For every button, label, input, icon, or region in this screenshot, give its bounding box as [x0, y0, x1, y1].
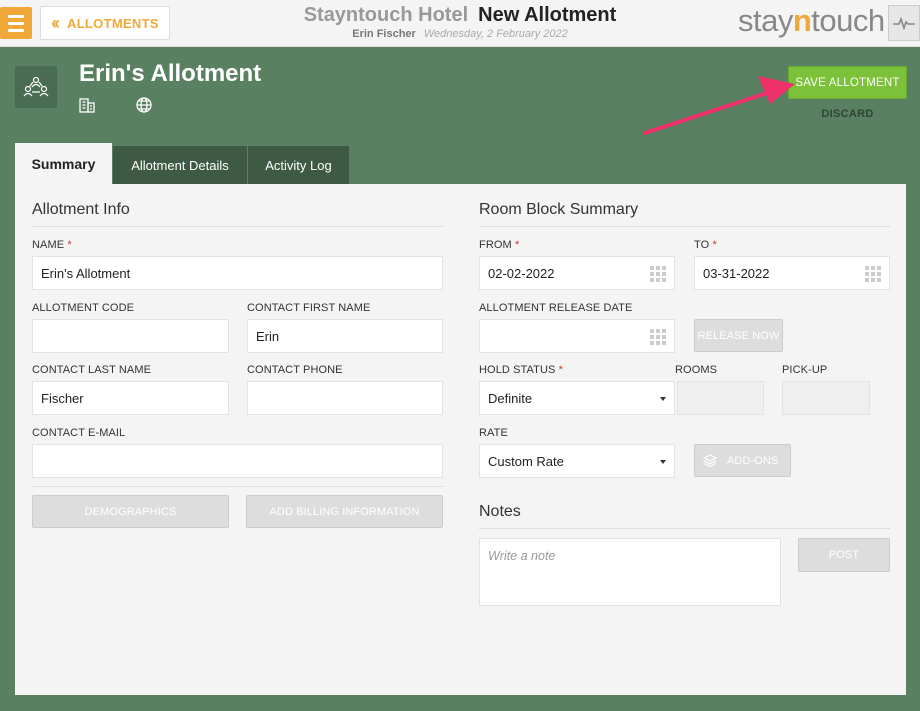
tab-allotment-details[interactable]: Allotment Details	[113, 146, 247, 184]
rate-label: RATE	[479, 427, 508, 439]
header-subtitle: Erin Fischer Wednesday, 2 February 2022	[240, 28, 680, 40]
to-date-value: 03-31-2022	[703, 265, 770, 281]
contact-phone-input[interactable]	[247, 381, 443, 415]
back-label: ALLOTMENTS	[67, 15, 159, 31]
menu-line	[8, 21, 24, 25]
page-title: New Allotment	[478, 4, 617, 26]
double-chevron-left-icon: ‹‹	[51, 12, 60, 33]
allotment-code-input[interactable]	[32, 319, 229, 353]
back-to-allotments-button[interactable]: ‹‹ ALLOTMENTS	[40, 6, 170, 40]
logo-n: n	[792, 3, 812, 38]
release-date-field[interactable]	[479, 319, 675, 353]
notes-title: Notes	[479, 503, 521, 520]
calendar-icon[interactable]	[865, 266, 881, 282]
calendar-icon[interactable]	[650, 266, 666, 282]
user-name: Erin Fischer	[352, 28, 416, 40]
hold-status-select[interactable]: Definite	[479, 381, 675, 415]
contact-first-name-input[interactable]	[247, 319, 443, 353]
name-input[interactable]	[32, 256, 443, 290]
add-billing-information-button[interactable]: ADD BILLING INFORMATION	[246, 495, 443, 528]
contact-last-name-label: CONTACT LAST NAME	[32, 364, 152, 376]
pickup-label: PICK-UP	[782, 364, 828, 376]
pickup-field	[782, 381, 870, 415]
tab-activity-log[interactable]: Activity Log	[248, 146, 349, 184]
top-bar: ‹‹ ALLOTMENTS Stayntouch Hotel New Allotm…	[0, 0, 920, 47]
hold-status-label: HOLD STATUS *	[479, 364, 563, 376]
from-label-text: FROM	[479, 239, 512, 251]
pulse-icon	[893, 16, 915, 30]
rooms-field	[677, 381, 764, 415]
header-title: Stayntouch Hotel New Allotment	[240, 4, 680, 27]
divider	[32, 226, 443, 227]
divider	[32, 486, 443, 487]
hold-status-label-text: HOLD STATUS	[479, 364, 556, 376]
divider	[479, 226, 890, 227]
group-people-icon	[23, 76, 49, 97]
logo-part: stay	[738, 3, 793, 38]
contact-first-name-label: CONTACT FIRST NAME	[247, 302, 371, 314]
to-date-field[interactable]: 03-31-2022	[694, 256, 890, 290]
name-label: NAME *	[32, 239, 72, 251]
layers-icon	[703, 454, 717, 467]
building-icon	[79, 98, 95, 113]
save-allotment-button[interactable]: SAVE ALLOTMENT	[788, 66, 907, 99]
hamburger-menu-button[interactable]	[0, 7, 32, 39]
from-date-value: 02-02-2022	[488, 265, 555, 281]
allotment-code-label: ALLOTMENT CODE	[32, 302, 135, 314]
required-marker: *	[67, 239, 72, 251]
from-label: FROM *	[479, 239, 519, 251]
allotment-info-title: Allotment Info	[32, 201, 130, 218]
stayntouch-logo: stayntouch	[738, 3, 885, 39]
hold-status-value: Definite	[488, 390, 533, 406]
allotment-type-icon	[15, 66, 57, 108]
note-textarea[interactable]	[479, 538, 781, 606]
globe-icon	[136, 97, 152, 113]
required-marker: *	[514, 239, 520, 251]
activity-pulse-button[interactable]	[888, 5, 920, 41]
business-date: Wednesday, 2 February 2022	[423, 28, 568, 40]
contact-phone-label: CONTACT PHONE	[247, 364, 343, 376]
discard-button[interactable]: DISCARD	[788, 108, 907, 120]
rate-select[interactable]: Custom Rate	[479, 444, 675, 478]
demographics-button[interactable]: DEMOGRAPHICS	[32, 495, 229, 528]
add-ons-button[interactable]: ADD-ONS	[694, 444, 791, 477]
hotel-name: Stayntouch Hotel	[303, 4, 469, 26]
release-now-button[interactable]: RELEASE NOW	[694, 319, 783, 352]
caret-down-icon	[660, 460, 666, 464]
allotment-release-date-label: ALLOTMENT RELEASE DATE	[479, 302, 633, 314]
caret-down-icon	[660, 397, 666, 401]
header-center: Stayntouch Hotel New Allotment Erin Fisch…	[240, 4, 680, 40]
to-label-text: TO	[694, 239, 710, 251]
menu-line	[8, 28, 24, 32]
required-marker: *	[712, 239, 717, 251]
menu-line	[8, 14, 24, 18]
contact-email-input[interactable]	[32, 444, 443, 478]
from-date-field[interactable]: 02-02-2022	[479, 256, 675, 290]
allotment-name-heading: Erin's Allotment	[79, 60, 262, 87]
logo-part: touch	[811, 3, 885, 38]
divider	[479, 528, 890, 529]
post-note-button[interactable]: POST	[798, 538, 890, 572]
rate-value: Custom Rate	[488, 453, 564, 469]
contact-last-name-input[interactable]	[32, 381, 229, 415]
calendar-icon[interactable]	[650, 329, 666, 345]
name-label-text: NAME	[32, 239, 65, 251]
add-ons-label: ADD-ONS	[727, 454, 779, 467]
contact-email-label: CONTACT E-MAIL	[32, 427, 126, 439]
required-marker: *	[558, 364, 564, 376]
tab-summary[interactable]: Summary	[15, 143, 112, 184]
to-label: TO *	[694, 239, 717, 251]
rooms-label: ROOMS	[675, 364, 718, 376]
room-block-summary-title: Room Block Summary	[479, 201, 639, 218]
